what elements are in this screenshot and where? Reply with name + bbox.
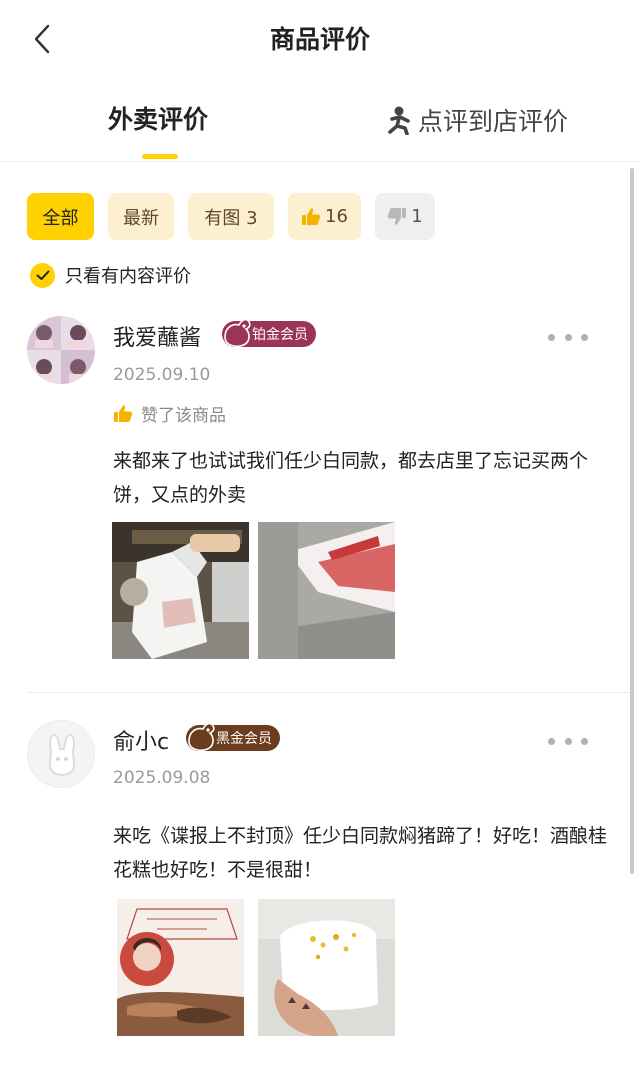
scrollbar[interactable]	[630, 168, 634, 874]
avatar[interactable]	[27, 316, 95, 384]
more-options-icon[interactable]	[548, 734, 588, 748]
nav-bar: 商品评价	[0, 0, 640, 78]
review-date: 2025.09.08	[113, 768, 211, 788]
tab-store-label: 点评到店评价	[418, 107, 569, 136]
member-badge: 黑金会员	[186, 722, 280, 752]
review-content: 来都来了也试试我们任少白同款，都去店里了忘记买两个饼，又点的外卖	[113, 450, 589, 506]
tab-store-reviews[interactable]: 点评到店评价	[386, 102, 568, 138]
filter-with-photos[interactable]: 有图 3	[188, 193, 274, 240]
only-content-label: 只看有内容评价	[65, 266, 191, 287]
review-content: 来吃《谍报上不封顶》任少白同款焖猪蹄了！好吃！酒酿桂花糕也好吃！不是很甜！	[113, 825, 608, 881]
filter-negative[interactable]: 1	[375, 193, 435, 240]
only-content-toggle[interactable]: 只看有内容评价	[30, 262, 191, 288]
avatar[interactable]	[27, 720, 95, 788]
review-photo[interactable]	[112, 522, 249, 659]
filter-all-label: 全部	[42, 207, 79, 229]
filter-with-photos-label: 有图 3	[204, 207, 258, 229]
review-photo[interactable]	[117, 899, 244, 1036]
username[interactable]: 俞小c	[113, 724, 169, 756]
tab-bar: 外卖评价 点评到店评价	[0, 86, 640, 162]
filter-chips: 全部 最新 有图 3 16 1	[27, 193, 449, 240]
review-photo[interactable]	[258, 522, 395, 659]
filter-latest-label: 最新	[123, 207, 159, 229]
review-photo[interactable]	[258, 899, 395, 1036]
tab-delivery-reviews[interactable]: 外卖评价	[108, 100, 208, 136]
member-badge: 铂金会员	[222, 318, 316, 348]
thumbs-up-icon	[301, 207, 321, 226]
walking-person-icon	[388, 106, 410, 135]
kangaroo-icon	[188, 722, 215, 752]
member-badge-label: 铂金会员	[252, 327, 308, 343]
thumbs-up-icon	[114, 405, 133, 422]
username[interactable]: 我爱蘸酱	[113, 320, 201, 352]
divider	[27, 692, 630, 693]
filter-positive[interactable]: 16	[288, 193, 361, 240]
liked-label: 赞了该商品	[141, 406, 226, 426]
kangaroo-icon	[224, 318, 251, 348]
liked-product: 赞了该商品	[113, 401, 226, 426]
thumbs-down-icon	[387, 207, 407, 226]
review-date: 2025.09.10	[113, 365, 211, 385]
filter-latest[interactable]: 最新	[108, 193, 174, 240]
filter-all[interactable]: 全部	[27, 193, 94, 240]
active-tab-indicator	[142, 154, 178, 159]
filter-positive-count: 16	[325, 206, 348, 227]
checkmark-icon	[30, 262, 55, 288]
member-badge-label: 黑金会员	[216, 731, 272, 747]
more-options-icon[interactable]	[548, 330, 588, 344]
filter-negative-count: 1	[411, 206, 423, 227]
page-title: 商品评价	[269, 25, 370, 54]
